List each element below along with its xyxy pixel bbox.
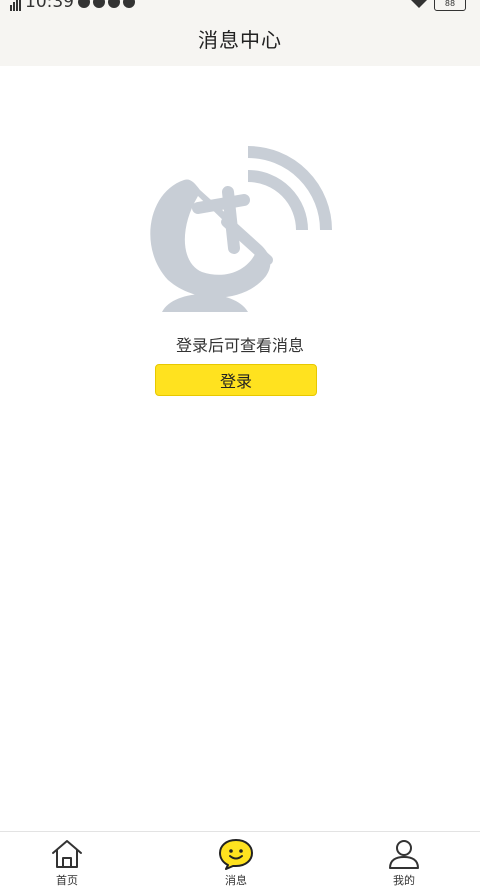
wifi-icon	[410, 0, 428, 13]
message-icon	[219, 839, 253, 870]
tab-home-label: 首页	[56, 874, 78, 887]
main-content: 登录后可查看消息 登录	[0, 66, 480, 832]
signal-icon	[10, 0, 21, 11]
tab-mine-label: 我的	[393, 874, 415, 887]
notification-icons	[78, 0, 135, 8]
user-icon	[389, 840, 419, 869]
tab-mine[interactable]: 我的	[344, 832, 464, 887]
status-bar: 10:39 88	[0, 0, 480, 14]
status-time: 10:39	[25, 0, 74, 12]
tab-bar: 首页 消息 我的	[0, 831, 480, 887]
tab-home[interactable]: 首页	[7, 832, 127, 887]
home-icon	[52, 840, 82, 868]
tab-messages-label: 消息	[225, 874, 247, 887]
tab-messages[interactable]: 消息	[176, 832, 296, 887]
page-title: 消息中心	[198, 28, 282, 52]
login-button[interactable]: 登录	[155, 364, 317, 396]
nav-bar: 消息中心	[0, 14, 480, 66]
satellite-dish-icon	[150, 146, 332, 312]
empty-state-message: 登录后可查看消息	[175, 336, 304, 355]
battery-icon: 88	[434, 0, 466, 11]
